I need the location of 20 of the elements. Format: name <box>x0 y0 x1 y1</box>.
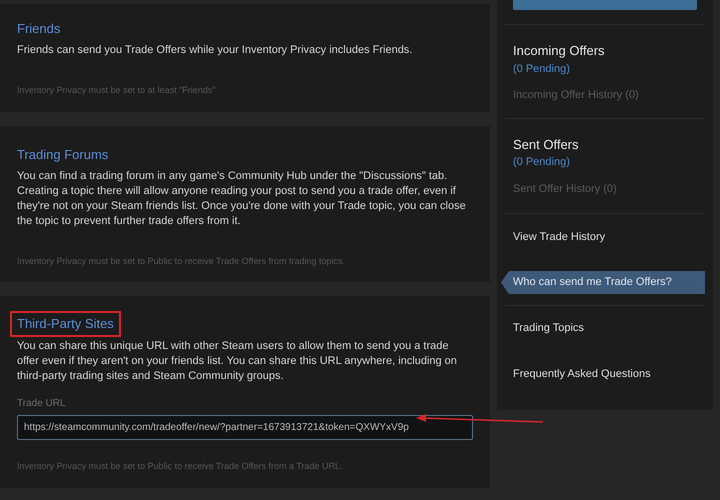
section-title: Trading Forums <box>17 146 108 164</box>
new-offer-button[interactable] <box>513 0 697 10</box>
pending-link[interactable]: (0 Pending) <box>513 60 570 77</box>
requirement-note: Inventory Privacy must be set to Public to receive Trade Offers from a Trade URL. <box>17 460 344 473</box>
section-description: You can share this unique URL with other Steam users to allow them to send you a trade offer even if they aren't on your friends list. You can share this URL anywhere, including on third-party trading sites and Steam Community groups. <box>17 339 458 384</box>
offer-group-title: Incoming Offers <box>513 42 606 60</box>
sidebar-link[interactable]: Who can send me Trade Offers? <box>501 271 705 294</box>
sidebar-link[interactable]: Frequently Asked Questions <box>505 351 705 397</box>
field-label: Trade URL <box>17 397 67 411</box>
trade-url-field[interactable]: https://steamcommunity.com/tradeoffer/new/?partner=1673913721&token=QXWYxV9p <box>17 415 473 440</box>
offer-group-title: Sent Offers <box>513 136 580 154</box>
requirement-note: Inventory Privacy must be set to Public to receive Trade Offers from trading topics. <box>17 254 346 268</box>
section-title: Friends <box>17 20 60 38</box>
requirement-note: Inventory Privacy must be set to at least "Friends" <box>17 84 216 97</box>
sidebar-link[interactable]: Trading Topics <box>505 305 705 351</box>
section-description: Friends can send you Trade Offers while your Inventory Privacy includes Friends. <box>17 43 414 58</box>
section-description: You can find a trading forum in any game's Community Hub under the "Discussions" tab. Creating a topic there will allow anyone reading your post to send you a trade offer, even if they're not on your Steam friends list. Once you're done with your Trade topic, you can close the topic to prevent further trade offers from it. <box>17 168 467 228</box>
pending-link[interactable]: (0 Pending) <box>513 154 570 170</box>
sidebar-link[interactable]: View Trade History <box>505 214 705 260</box>
section-title: Third-Party Sites <box>17 315 114 333</box>
